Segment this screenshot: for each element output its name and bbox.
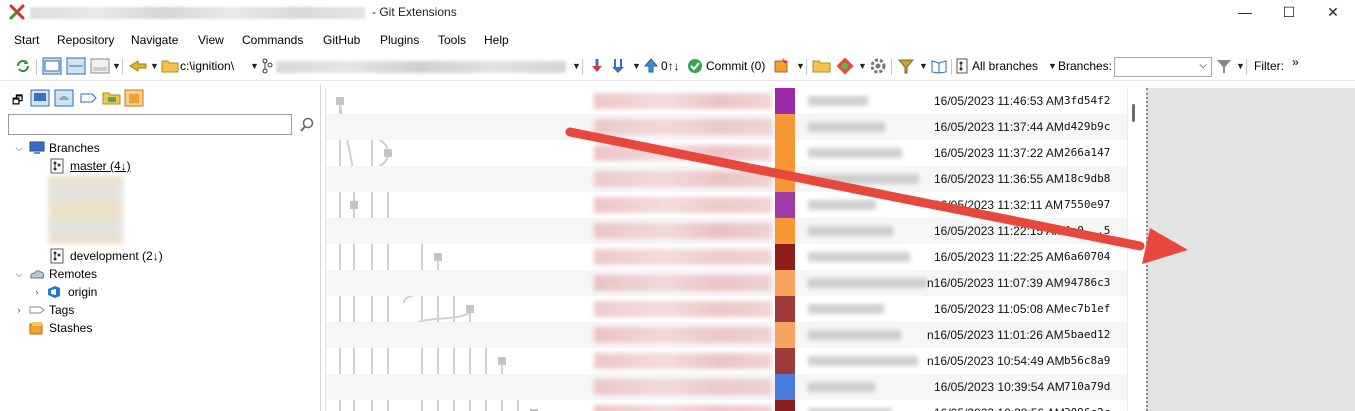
annotation-arrow [565,127,1188,264]
